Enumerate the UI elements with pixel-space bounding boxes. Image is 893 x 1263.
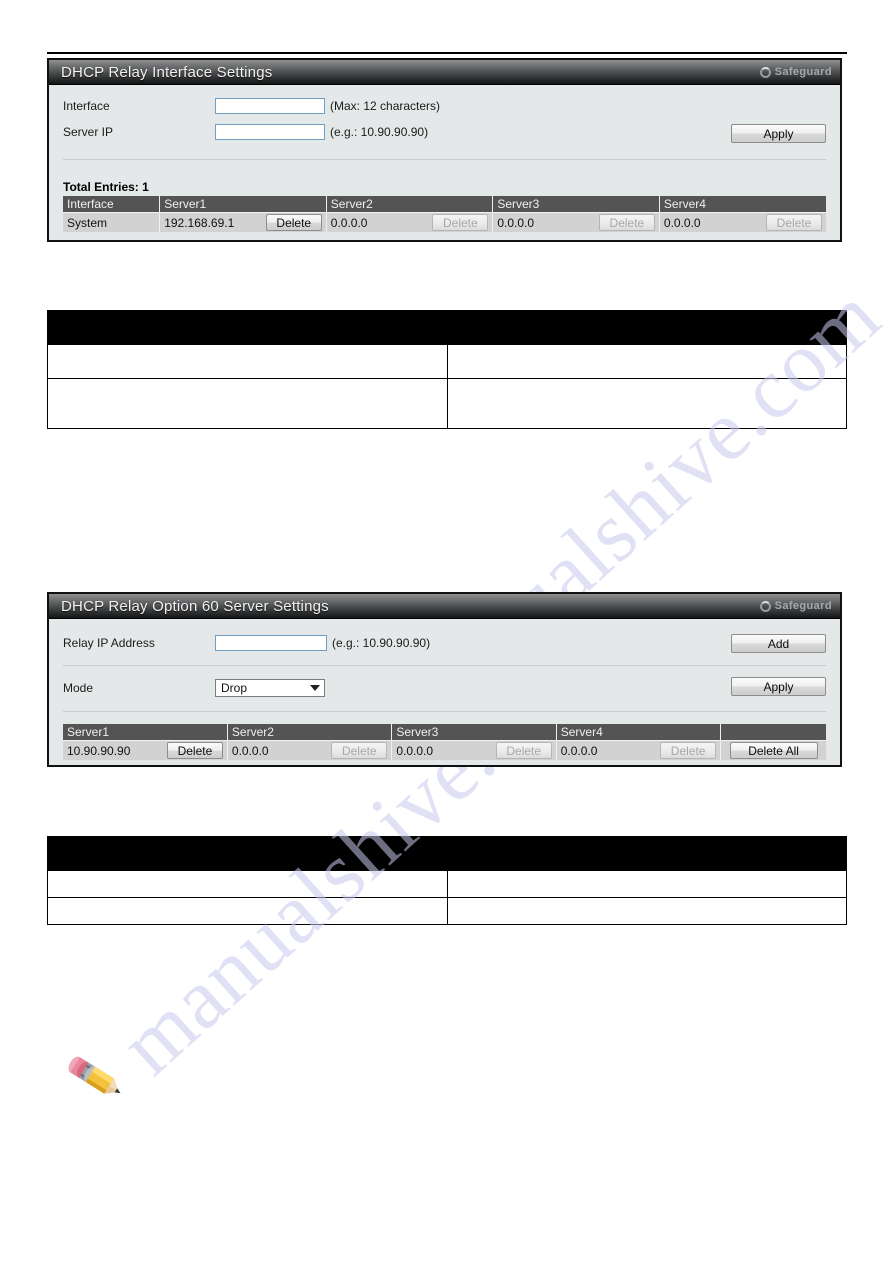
desc-description xyxy=(446,378,847,429)
desc-name xyxy=(47,378,448,429)
col-header-actions xyxy=(720,724,826,741)
cell-interface: System xyxy=(63,212,161,232)
apply-button[interactable]: Apply xyxy=(731,124,826,143)
server2-value: 0.0.0.0 xyxy=(231,743,269,758)
cell-server1: 10.90.90.90 Delete xyxy=(63,740,228,760)
parameter-description-table xyxy=(47,836,847,925)
cell-server1: 192.168.69.1 Delete xyxy=(159,212,327,232)
server4-value: 0.0.0.0 xyxy=(663,215,701,230)
cell-server2: 0.0.0.0 Delete xyxy=(227,740,393,760)
interface-hint: (Max: 12 characters) xyxy=(330,98,441,113)
interface-input[interactable] xyxy=(215,97,325,114)
chevron-down-icon xyxy=(310,684,320,691)
table-row: System 192.168.69.1 Delete 0.0.0.0 Delet… xyxy=(63,212,826,232)
delete-server3-button[interactable]: Delete xyxy=(495,742,552,759)
interface-label: Interface xyxy=(63,98,110,113)
col-header-server1: Server1 xyxy=(63,724,228,741)
panel-dhcp-relay-interface-settings: DHCP Relay Interface Settings Safeguard … xyxy=(47,58,842,242)
table-header-row: Server1 Server2 Server3 Server4 xyxy=(63,724,826,741)
mode-select[interactable]: Drop xyxy=(215,678,325,697)
safeguard-label: Safeguard xyxy=(774,66,832,78)
server2-value: 0.0.0.0 xyxy=(330,215,368,230)
mode-selected-value: Drop xyxy=(221,680,248,695)
parameter-description-table xyxy=(47,310,847,429)
server-ip-hint: (e.g.: 10.90.90.90) xyxy=(330,124,429,139)
desc-description xyxy=(446,897,847,925)
col-header-server2: Server2 xyxy=(326,196,494,213)
delete-server2-button[interactable]: Delete xyxy=(432,214,489,231)
page-top-rule xyxy=(47,52,847,54)
apply-button[interactable]: Apply xyxy=(731,677,826,696)
desc-row xyxy=(47,870,847,898)
relay-ip-label: Relay IP Address xyxy=(63,635,155,650)
form-row-relay-ip: Relay IP Address (e.g.: 10.90.90.90) xyxy=(63,631,826,654)
col-header-server4: Server4 xyxy=(556,724,722,741)
delete-server3-button[interactable]: Delete xyxy=(598,214,655,231)
table-row: 10.90.90.90 Delete 0.0.0.0 Delete 0.0.0.… xyxy=(63,740,826,760)
server1-value: 10.90.90.90 xyxy=(67,743,131,758)
cell-server3: 0.0.0.0 Delete xyxy=(391,740,557,760)
col-header-server4: Server4 xyxy=(659,196,826,213)
delete-all-button[interactable]: Delete All xyxy=(729,742,818,759)
form-row-mode: Mode Drop xyxy=(63,676,826,699)
server4-value: 0.0.0.0 xyxy=(560,743,598,758)
panel-title-bar: DHCP Relay Interface Settings Safeguard xyxy=(49,60,840,85)
option60-servers-table: Server1 Server2 Server3 Server4 10.90.90… xyxy=(63,724,826,760)
cell-server4: 0.0.0.0 Delete xyxy=(556,740,722,760)
cell-server4: 0.0.0.0 Delete xyxy=(659,212,826,232)
delete-server2-button[interactable]: Delete xyxy=(331,742,388,759)
desc-header-cell xyxy=(47,836,847,871)
delete-server4-button[interactable]: Delete xyxy=(766,214,822,231)
desc-header-row xyxy=(47,310,847,345)
desc-name xyxy=(47,870,448,898)
panel-dhcp-relay-option60-server-settings: DHCP Relay Option 60 Server Settings Saf… xyxy=(47,592,842,767)
safeguard-icon xyxy=(759,600,771,612)
delete-server1-button[interactable]: Delete xyxy=(265,214,322,231)
delete-server4-button[interactable]: Delete xyxy=(660,742,717,759)
total-entries-label: Total Entries: 1 xyxy=(63,180,149,194)
desc-header-cell xyxy=(47,310,847,345)
delete-server1-button[interactable]: Delete xyxy=(166,742,223,759)
page-title: DHCP Relay Interface Settings xyxy=(61,63,273,81)
safeguard-logo: Safeguard xyxy=(759,600,832,612)
note-block xyxy=(60,1050,130,1106)
page-title: DHCP Relay Option 60 Server Settings xyxy=(61,597,329,615)
panel-title-bar: DHCP Relay Option 60 Server Settings Saf… xyxy=(49,594,840,619)
relay-ip-input[interactable] xyxy=(215,634,327,651)
server1-value: 192.168.69.1 xyxy=(164,215,235,230)
desc-header-row xyxy=(47,836,847,871)
col-header-interface: Interface xyxy=(63,196,161,213)
desc-description xyxy=(446,870,847,898)
pencil-icon xyxy=(68,1056,121,1094)
desc-name xyxy=(47,344,448,379)
cell-server3: 0.0.0.0 Delete xyxy=(492,212,660,232)
col-header-server3: Server3 xyxy=(492,196,660,213)
cell-server2: 0.0.0.0 Delete xyxy=(326,212,494,232)
desc-row xyxy=(47,378,847,429)
mode-label: Mode xyxy=(63,680,94,695)
col-header-server3: Server3 xyxy=(391,724,557,741)
interface-entries-table: Interface Server1 Server2 Server3 Server… xyxy=(63,196,826,232)
server3-value: 0.0.0.0 xyxy=(396,743,434,758)
panel-body: Interface (Max: 12 characters) Server IP… xyxy=(49,94,840,232)
form-row-interface: Interface (Max: 12 characters) xyxy=(63,94,826,117)
col-header-server1: Server1 xyxy=(159,196,327,213)
add-button[interactable]: Add xyxy=(731,634,826,653)
desc-name xyxy=(47,897,448,925)
relay-ip-hint: (e.g.: 10.90.90.90) xyxy=(332,635,431,650)
server-ip-input[interactable] xyxy=(215,123,325,140)
cell-delete-all: Delete All xyxy=(720,740,826,760)
safeguard-logo: Safeguard xyxy=(759,66,832,78)
form-row-server-ip: Server IP (e.g.: 10.90.90.90) xyxy=(63,120,826,143)
desc-row xyxy=(47,344,847,379)
safeguard-icon xyxy=(759,66,771,78)
server-ip-label: Server IP xyxy=(63,124,114,139)
table-header-row: Interface Server1 Server2 Server3 Server… xyxy=(63,196,826,213)
server3-value: 0.0.0.0 xyxy=(497,215,535,230)
desc-row xyxy=(47,897,847,925)
desc-description xyxy=(446,344,847,379)
panel-body: Relay IP Address (e.g.: 10.90.90.90) Mod… xyxy=(49,619,840,760)
safeguard-label: Safeguard xyxy=(774,600,832,612)
col-header-server2: Server2 xyxy=(227,724,393,741)
